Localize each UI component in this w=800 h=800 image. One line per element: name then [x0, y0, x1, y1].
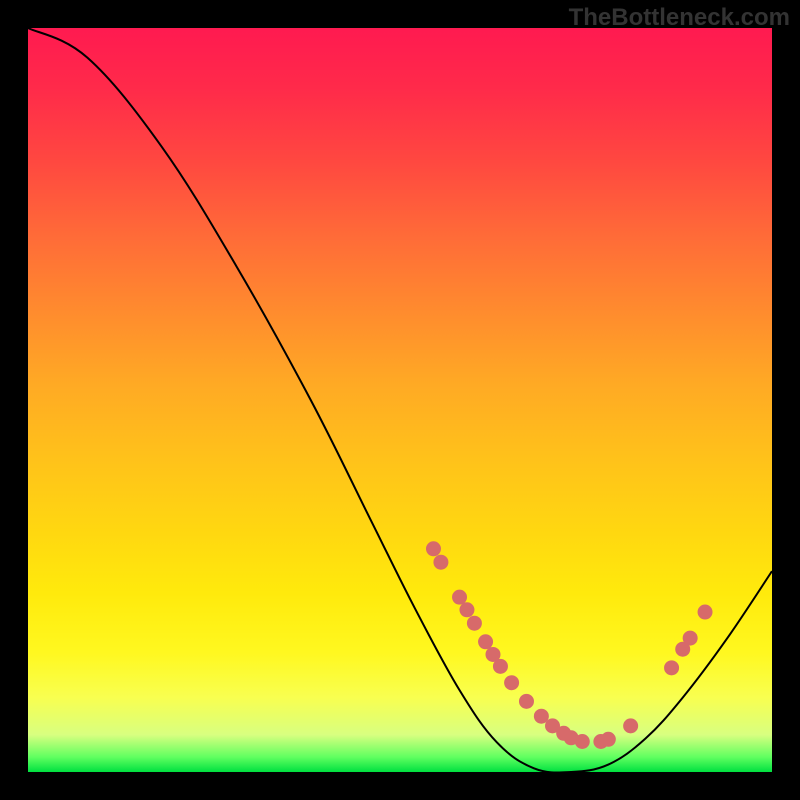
data-dot: [575, 734, 590, 749]
data-dot: [504, 675, 519, 690]
data-dot: [459, 602, 474, 617]
chart-svg: [28, 28, 772, 772]
data-dot: [452, 590, 467, 605]
data-dot: [433, 555, 448, 570]
data-dot: [601, 732, 616, 747]
data-dot: [493, 659, 508, 674]
data-dot: [467, 616, 482, 631]
data-dot: [519, 694, 534, 709]
data-dot: [426, 541, 441, 556]
data-dot: [698, 605, 713, 620]
data-dot: [623, 718, 638, 733]
data-dot: [664, 660, 679, 675]
plot-area: [28, 28, 772, 772]
bottleneck-curve: [28, 28, 772, 772]
data-dot: [683, 631, 698, 646]
data-dots: [426, 541, 713, 749]
data-dot: [478, 634, 493, 649]
watermark-text: TheBottleneck.com: [569, 4, 790, 32]
